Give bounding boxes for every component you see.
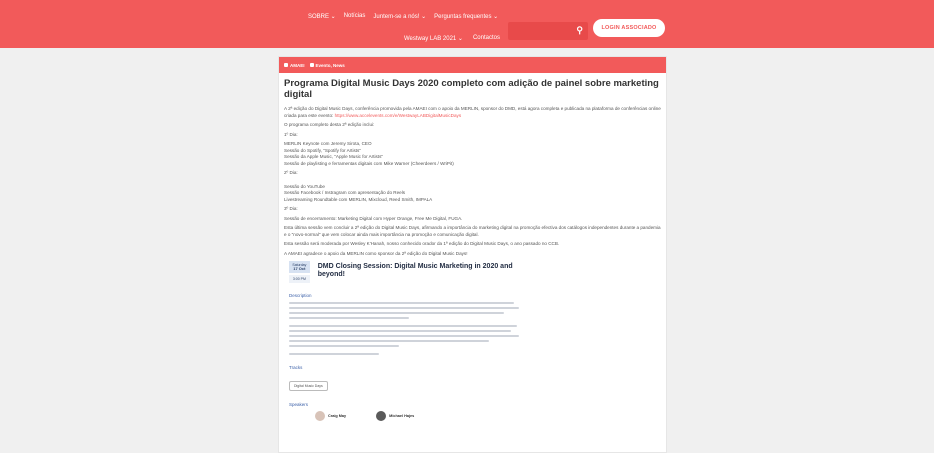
closing-paragraph-3: A AMAEI agradece o apoio da MERLIN como …: [284, 250, 468, 256]
event-link[interactable]: https://www.accelevents.com/e/WestwayLAB…: [335, 113, 462, 118]
speakers-heading: Speakers: [289, 402, 309, 407]
user-icon: [284, 63, 288, 67]
avatar: [376, 411, 387, 421]
day1-label: 1º Dia:: [284, 131, 298, 137]
nav-item-sobre[interactable]: SOBRE ⌄: [308, 13, 336, 20]
program-intro: O programa completo desta 2ª edição incl…: [284, 122, 375, 127]
closing-paragraph-1: Esta última sessão vem concluir a 2ª edi…: [284, 225, 661, 237]
session-header: Saturday 17 Oct 3:00 PM DMD Closing Sess…: [289, 261, 529, 283]
day2-item: Livestreaming Roundtable com MERLIN, Mix…: [284, 196, 433, 202]
search-icon[interactable]: ⚲: [576, 25, 583, 36]
track-chip: Digital Music Days: [289, 381, 328, 391]
description-heading: Description: [289, 293, 312, 298]
session-title: DMD Closing Session: Digital Music Marke…: [317, 263, 513, 278]
day1-item: Sessão de playlisting e ferramentas digi…: [284, 160, 454, 166]
login-button[interactable]: LOGIN ASSOCIADO: [593, 19, 665, 37]
nav-item-westway-lab[interactable]: Westway LAB 2021 ⌄: [404, 35, 463, 42]
speaker-item: Michael Hajes: [376, 411, 414, 421]
avatar: [315, 411, 325, 421]
speaker-name: Michael Hajes: [389, 414, 415, 418]
description-text-blurred: [289, 302, 529, 355]
nav-item-contactos[interactable]: Contactos: [473, 35, 500, 42]
session-time: 3:00 PM: [289, 275, 310, 283]
main-menu-row-2: Westway LAB 2021 ⌄ Contactos: [404, 35, 500, 42]
speakers-list: Craig May Michael Hajes: [315, 411, 529, 421]
day3-item: Sessão de encerramento: Marketing Digita…: [284, 215, 463, 221]
top-navigation-bar: SOBRE ⌄ Notícias Juntem-se a nós! ⌄ Perg…: [0, 0, 934, 48]
tracks-heading: Tracks: [289, 365, 303, 370]
main-menu-row-1: SOBRE ⌄ Notícias Juntem-se a nós! ⌄ Perg…: [308, 13, 498, 20]
session-date: Saturday 17 Oct 3:00 PM: [289, 261, 310, 283]
search-input[interactable]: ⚲: [508, 22, 588, 40]
nav-item-perguntas[interactable]: Perguntas frequentes ⌄: [434, 13, 498, 20]
speaker-name: Craig May: [328, 414, 347, 418]
session-embed-image: Saturday 17 Oct 3:00 PM DMD Closing Sess…: [289, 261, 529, 421]
day2-label: 2º Dia:: [284, 170, 298, 175]
speaker-item: Craig May: [315, 411, 346, 421]
post-author[interactable]: AMAEI: [284, 63, 305, 68]
article-intro: A 2ª edição do Digital Music Days, confe…: [284, 106, 661, 118]
author-name: AMAEI: [290, 62, 305, 68]
nav-item-juntem-se[interactable]: Juntem-se a nós! ⌄: [373, 13, 426, 20]
categories-text: Evento, News: [315, 62, 345, 68]
nav-item-noticias[interactable]: Notícias: [344, 13, 366, 20]
article-title: Programa Digital Music Days 2020 complet…: [284, 78, 659, 100]
day3-label: 3º Dia:: [284, 206, 298, 211]
session-day: 17 Oct: [293, 266, 306, 271]
folder-icon: [309, 63, 314, 67]
post-meta-bar: AMAEI Evento, News: [279, 57, 666, 73]
article-card: AMAEI Evento, News Programa Digital Musi…: [278, 56, 667, 453]
closing-paragraph-2: Esta sessão será moderada por Wesley K'H…: [284, 241, 560, 246]
article-content: Programa Digital Music Days 2020 complet…: [279, 73, 666, 421]
post-categories[interactable]: Evento, News: [309, 62, 345, 68]
